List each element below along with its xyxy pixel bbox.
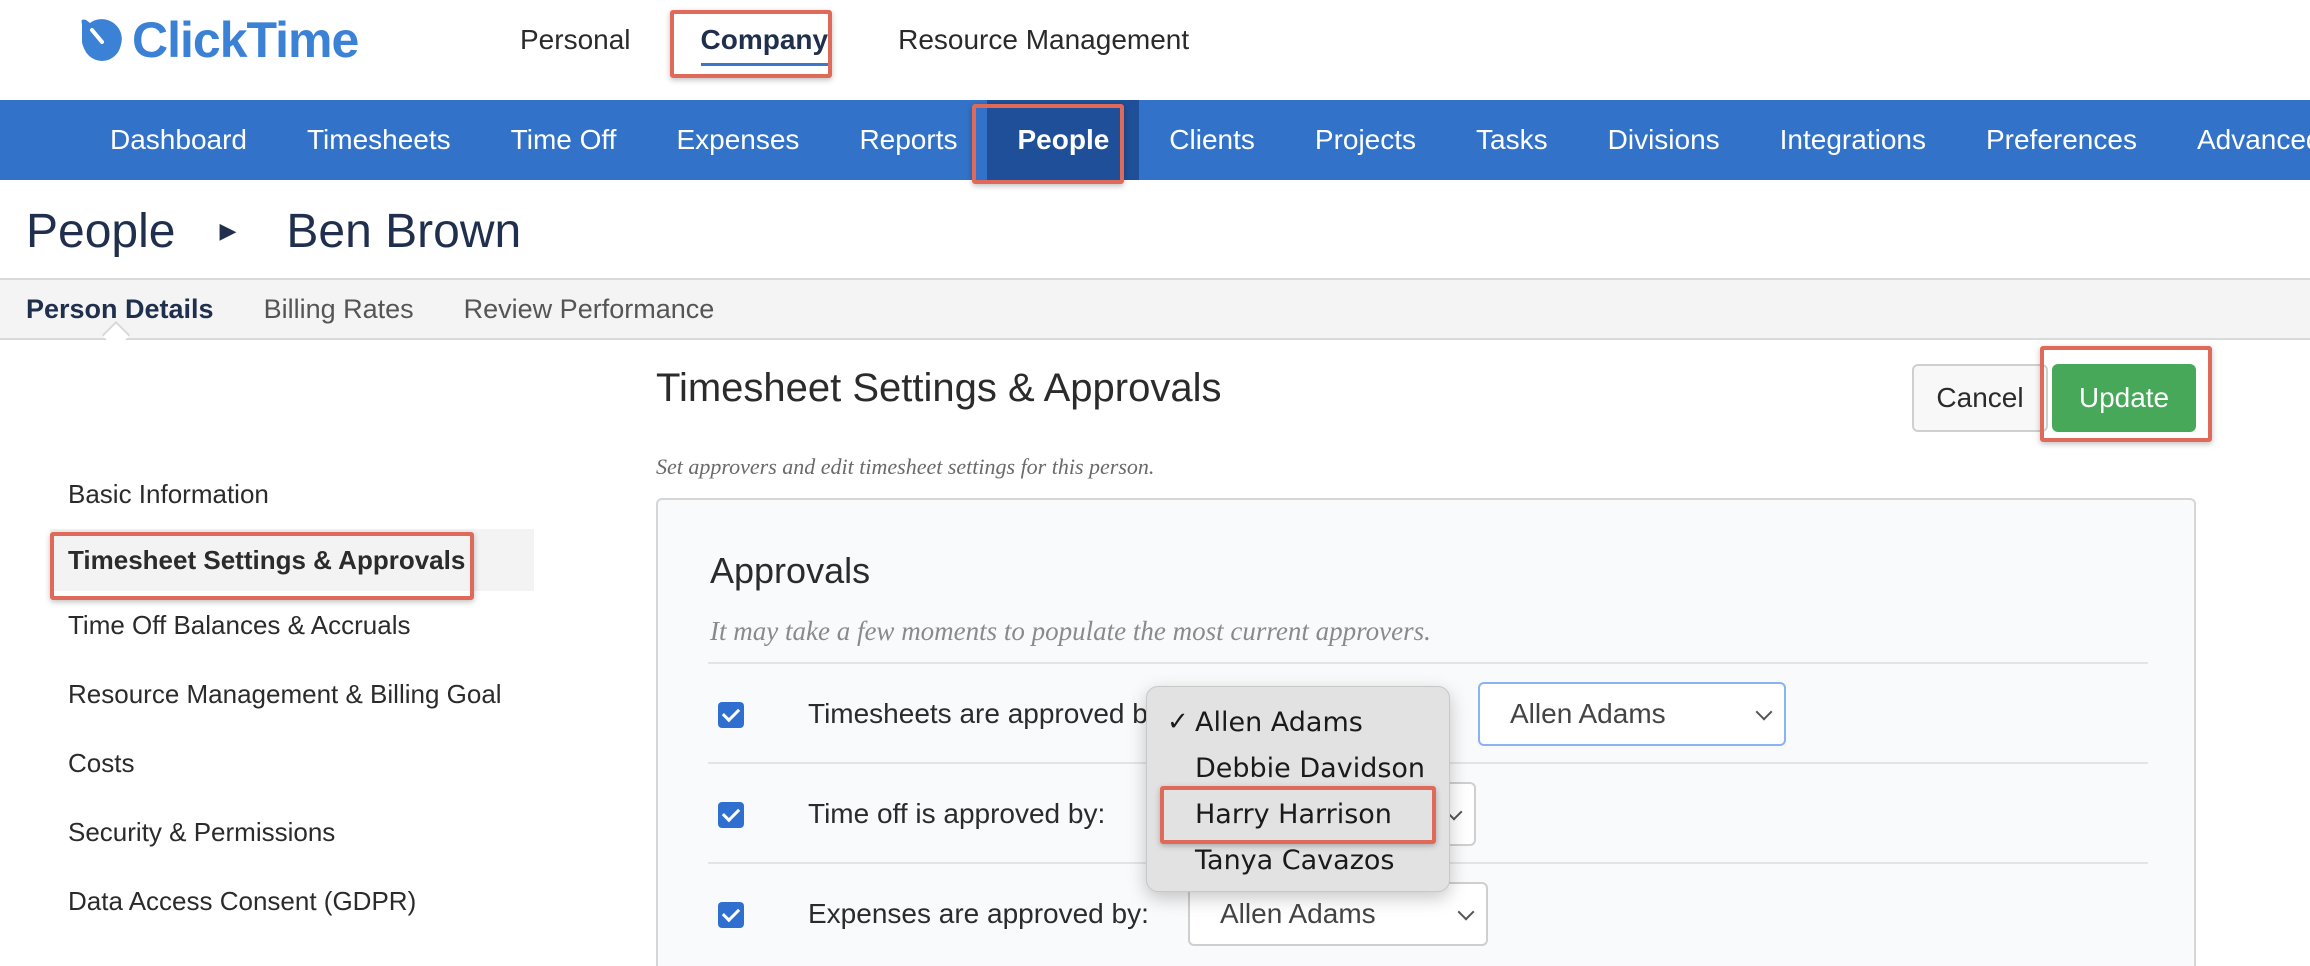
approver-dropdown: ✓ Allen Adams Debbie Davidson Harry Harr…	[1146, 686, 1450, 892]
option-label: Tanya Cavazos	[1195, 844, 1395, 876]
settings-sidebar: Basic Information Timesheet Settings & A…	[50, 460, 534, 936]
option-label: Debbie Davidson	[1195, 752, 1426, 784]
brand-name: ClickTime	[132, 12, 359, 68]
tab-person-details[interactable]: Person Details	[26, 294, 214, 325]
nav-time-off[interactable]: Time Off	[481, 100, 647, 180]
chevron-down-icon	[1755, 703, 1773, 721]
nav-divisions[interactable]: Divisions	[1578, 100, 1750, 180]
expenses-approval-label: Expenses are approved by:	[808, 898, 1149, 929]
nav-people[interactable]: People	[987, 100, 1140, 180]
time-off-approval-label: Time off is approved by:	[808, 798, 1106, 829]
sidebar-item-time-off-balances[interactable]: Time Off Balances & Accruals	[50, 591, 534, 660]
sidebar-item-resource-management[interactable]: Resource Management & Billing Goal	[50, 660, 534, 729]
dropdown-option-debbie-davidson[interactable]: Debbie Davidson	[1147, 745, 1449, 791]
nav-clients[interactable]: Clients	[1139, 100, 1285, 180]
option-label: Harry Harrison	[1195, 798, 1392, 830]
dropdown-option-allen-adams[interactable]: ✓ Allen Adams	[1147, 699, 1449, 745]
nav-integrations[interactable]: Integrations	[1750, 100, 1956, 180]
approvals-title: Approvals	[710, 550, 871, 591]
section-subtitle: Set approvers and edit timesheet setting…	[656, 454, 1155, 479]
top-nav-company[interactable]: Company	[700, 24, 828, 66]
sidebar-item-basic-information[interactable]: Basic Information	[50, 460, 534, 529]
dropdown-option-harry-harrison[interactable]: Harry Harrison	[1147, 791, 1449, 837]
cancel-button[interactable]: Cancel	[1912, 364, 2048, 432]
breadcrumb: People ▶ Ben Brown	[26, 196, 521, 266]
sidebar-item-security-permissions[interactable]: Security & Permissions	[50, 798, 534, 867]
update-button[interactable]: Update	[2052, 364, 2196, 432]
nav-advanced[interactable]: Advanced	[2167, 100, 2310, 180]
nav-expenses[interactable]: Expenses	[646, 100, 829, 180]
chevron-down-icon	[1457, 903, 1475, 921]
main-nav: Dashboard Timesheets Time Off Expenses R…	[0, 100, 2310, 180]
breadcrumb-root[interactable]: People	[26, 204, 175, 259]
breadcrumb-current: Ben Brown	[286, 204, 522, 258]
top-nav: Personal Company Resource Management	[520, 0, 1259, 80]
top-bar: ClickTime Personal Company Resource Mana…	[0, 0, 2310, 100]
top-nav-personal[interactable]: Personal	[520, 24, 631, 56]
clicktime-logo[interactable]: ClickTime	[76, 12, 359, 68]
timesheets-approver-value: Allen Adams	[1510, 698, 1666, 729]
timesheets-approval-label: Timesheets are approved by:	[808, 698, 1170, 729]
expenses-approver-value: Allen Adams	[1220, 898, 1376, 929]
dropdown-option-tanya-cavazos[interactable]: Tanya Cavazos	[1147, 837, 1449, 883]
person-sub-tabs: Person Details Billing Rates Review Perf…	[0, 280, 2310, 340]
top-nav-resource-management[interactable]: Resource Management	[898, 24, 1189, 56]
time-off-approval-checkbox[interactable]	[718, 802, 744, 828]
sidebar-item-costs[interactable]: Costs	[50, 729, 534, 798]
stopwatch-logo-icon	[81, 19, 122, 61]
nav-timesheets[interactable]: Timesheets	[277, 100, 481, 180]
tab-review-performance[interactable]: Review Performance	[464, 294, 715, 325]
option-label: Allen Adams	[1195, 706, 1363, 738]
tab-billing-rates[interactable]: Billing Rates	[264, 294, 414, 325]
sidebar-item-gdpr[interactable]: Data Access Consent (GDPR)	[50, 867, 534, 936]
section-title: Timesheet Settings & Approvals	[656, 366, 1222, 410]
nav-reports[interactable]: Reports	[829, 100, 987, 180]
triangle-right-icon: ▶	[219, 218, 237, 243]
nav-projects[interactable]: Projects	[1285, 100, 1446, 180]
expenses-approval-checkbox[interactable]	[718, 902, 744, 928]
nav-preferences[interactable]: Preferences	[1956, 100, 2167, 180]
timesheets-approver-select[interactable]: Allen Adams	[1478, 682, 1786, 746]
nav-dashboard[interactable]: Dashboard	[80, 100, 277, 180]
nav-tasks[interactable]: Tasks	[1446, 100, 1578, 180]
timesheets-approval-checkbox[interactable]	[718, 702, 744, 728]
checkmark-icon: ✓	[1167, 707, 1189, 737]
approvals-note: It may take a few moments to populate th…	[710, 616, 1431, 646]
sidebar-item-timesheet-settings[interactable]: Timesheet Settings & Approvals	[50, 529, 534, 591]
